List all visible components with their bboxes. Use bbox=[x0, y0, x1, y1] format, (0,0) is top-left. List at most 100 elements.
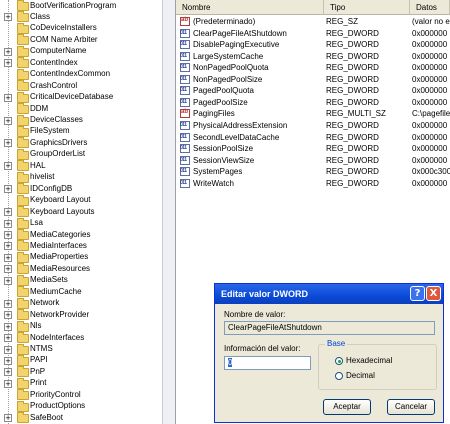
tree-item[interactable]: + Nls bbox=[0, 320, 162, 332]
list-item[interactable]: PagingFiles REG_MULTI_SZ C:\pagefile bbox=[176, 107, 450, 119]
edit-dword-dialog: Editar valor DWORD ? X Nombre de valor: … bbox=[214, 283, 444, 423]
expand-plus-icon[interactable]: + bbox=[4, 265, 12, 274]
value-data-input[interactable]: 0 bbox=[224, 356, 311, 370]
expand-plus-icon[interactable]: + bbox=[4, 322, 12, 331]
expand-plus-icon[interactable]: + bbox=[4, 299, 12, 308]
tree-item[interactable]: GroupOrderList bbox=[0, 148, 162, 160]
decimal-label[interactable]: Decimal bbox=[346, 371, 375, 380]
tree-item[interactable]: + Keyboard Layouts bbox=[0, 206, 162, 218]
expand-plus-icon[interactable]: + bbox=[4, 47, 12, 56]
tree-item[interactable]: hivelist bbox=[0, 171, 162, 183]
list-item[interactable]: PagedPoolSize REG_DWORD 0x000000 bbox=[176, 97, 450, 108]
tree-item[interactable]: + IDConfigDB bbox=[0, 183, 162, 195]
tree-item[interactable]: + CriticalDeviceDatabase bbox=[0, 91, 162, 103]
list-item[interactable]: DisablePagingExecutive REG_DWORD 0x000000 bbox=[176, 39, 450, 50]
tree-item[interactable]: ProductOptions bbox=[0, 400, 162, 412]
expand-plus-icon[interactable]: + bbox=[4, 379, 12, 388]
column-header-name[interactable]: Nombre bbox=[176, 0, 324, 15]
expand-plus-icon[interactable]: + bbox=[4, 59, 12, 68]
value-data: 0x000000 bbox=[412, 86, 448, 96]
folder-icon bbox=[17, 229, 29, 240]
tree-item[interactable]: + PAPI bbox=[0, 354, 162, 366]
tree-item[interactable]: + NodeInterfaces bbox=[0, 332, 162, 344]
registry-key-tree[interactable]: BootVerificationProgram + Class CoDeviceIns… bbox=[0, 0, 162, 424]
expand-plus-icon[interactable]: + bbox=[4, 414, 12, 423]
tree-item[interactable]: + MediaSets bbox=[0, 274, 162, 286]
tree-item[interactable]: + Class bbox=[0, 11, 162, 23]
tree-item[interactable]: PriorityControl bbox=[0, 389, 162, 401]
folder-icon bbox=[17, 160, 29, 172]
tree-item[interactable]: + NetworkProvider bbox=[0, 309, 162, 321]
list-item[interactable]: NonPagedPoolQuota REG_DWORD 0x000000 bbox=[176, 62, 450, 73]
value-type: REG_DWORD bbox=[326, 120, 379, 130]
tree-item[interactable]: DDM bbox=[0, 103, 162, 115]
tree-item[interactable]: + MediaResources bbox=[0, 263, 162, 275]
tree-item[interactable]: MediumCache bbox=[0, 286, 162, 298]
close-button[interactable]: X bbox=[426, 286, 441, 301]
expand-plus-icon[interactable]: + bbox=[4, 116, 12, 125]
tree-item[interactable]: + MediaInterfaces bbox=[0, 240, 162, 252]
column-header-type[interactable]: Tipo bbox=[324, 0, 410, 15]
tree-item[interactable]: + PnP bbox=[0, 366, 162, 378]
expand-plus-icon[interactable]: + bbox=[4, 345, 12, 354]
expand-plus-icon[interactable]: + bbox=[4, 13, 12, 22]
list-item[interactable]: PagedPoolQuota REG_DWORD 0x000000 bbox=[176, 85, 450, 96]
list-item[interactable]: SessionViewSize REG_DWORD 0x000000 bbox=[176, 155, 450, 166]
tree-item[interactable]: COM Name Arbiter bbox=[0, 34, 162, 46]
expand-plus-icon[interactable]: + bbox=[4, 208, 12, 217]
tree-item[interactable]: + Lsa bbox=[0, 217, 162, 229]
expand-plus-icon[interactable]: + bbox=[4, 311, 12, 320]
list-item[interactable]: (Predeterminado) REG_SZ (valor no e bbox=[176, 15, 450, 27]
hexadecimal-radio[interactable] bbox=[335, 357, 343, 365]
expand-plus-icon[interactable]: + bbox=[4, 162, 12, 171]
tree-vertical-scrollbar[interactable] bbox=[162, 0, 176, 424]
binary-value-icon bbox=[180, 143, 190, 154]
tree-item[interactable]: + Print bbox=[0, 377, 162, 389]
expand-plus-icon[interactable]: + bbox=[4, 231, 12, 239]
column-header-data[interactable]: Datos bbox=[410, 0, 450, 15]
expand-plus-icon[interactable]: + bbox=[4, 356, 12, 365]
tree-item[interactable]: CrashControl bbox=[0, 80, 162, 92]
tree-item[interactable]: + NTMS bbox=[0, 343, 162, 355]
list-item[interactable]: LargeSystemCache REG_DWORD 0x000000 bbox=[176, 51, 450, 62]
expand-plus-icon[interactable]: + bbox=[4, 253, 12, 262]
expand-plus-icon[interactable]: + bbox=[4, 334, 12, 343]
expand-plus-icon[interactable]: + bbox=[4, 185, 12, 194]
dialog-title-bar[interactable]: Editar valor DWORD bbox=[215, 284, 443, 304]
expand-plus-icon[interactable]: + bbox=[4, 93, 12, 102]
hexadecimal-label[interactable]: Hexadecimal bbox=[346, 356, 392, 365]
list-item[interactable]: ClearPageFileAtShutdown REG_DWORD 0x000000 bbox=[176, 28, 450, 39]
tree-item[interactable]: + SafeBoot bbox=[0, 412, 162, 424]
tree-item[interactable]: CoDeviceInstallers bbox=[0, 22, 162, 34]
tree-item[interactable]: + MediaProperties bbox=[0, 251, 162, 263]
tree-item[interactable]: FileSystem bbox=[0, 125, 162, 137]
list-item[interactable]: SystemPages REG_DWORD 0x000c300 bbox=[176, 166, 450, 177]
list-item[interactable]: SessionPoolSize REG_DWORD 0x000000 bbox=[176, 143, 450, 154]
tree-item[interactable]: BootVerificationProgram bbox=[0, 0, 162, 12]
tree-item[interactable]: + ComputerName bbox=[0, 45, 162, 57]
accept-button[interactable]: Aceptar bbox=[323, 399, 371, 415]
decimal-radio[interactable] bbox=[335, 372, 343, 380]
tree-item[interactable]: + DeviceClasses bbox=[0, 114, 162, 126]
tree-item-label: Network bbox=[30, 298, 60, 308]
tree-item[interactable]: + GraphicsDrivers bbox=[0, 137, 162, 149]
folder-icon bbox=[17, 80, 29, 92]
value-data: C:\pagefile bbox=[412, 109, 450, 119]
help-button[interactable]: ? bbox=[410, 286, 425, 301]
tree-item[interactable]: Keyboard Layout bbox=[0, 194, 162, 206]
expand-plus-icon[interactable]: + bbox=[4, 368, 12, 377]
expand-plus-icon[interactable]: + bbox=[4, 139, 12, 148]
tree-item[interactable]: + HAL bbox=[0, 160, 162, 172]
tree-item[interactable]: + MediaCategories bbox=[0, 229, 162, 241]
expand-plus-icon[interactable]: + bbox=[4, 242, 12, 251]
tree-item[interactable]: + Network bbox=[0, 297, 162, 309]
list-item[interactable]: NonPagedPoolSize REG_DWORD 0x000000 bbox=[176, 74, 450, 85]
tree-item[interactable]: + ContentIndex bbox=[0, 57, 162, 69]
list-item[interactable]: WriteWatch REG_DWORD 0x000000 bbox=[176, 178, 450, 189]
cancel-button[interactable]: Cancelar bbox=[387, 399, 435, 415]
expand-plus-icon[interactable]: + bbox=[4, 276, 12, 285]
list-item[interactable]: SecondLevelDataCache REG_DWORD 0x000000 bbox=[176, 132, 450, 143]
list-item[interactable]: PhysicalAddressExtension REG_DWORD 0x00000… bbox=[176, 120, 450, 131]
expand-plus-icon[interactable]: + bbox=[4, 219, 12, 228]
tree-item[interactable]: ContentIndexCommon bbox=[0, 68, 162, 80]
